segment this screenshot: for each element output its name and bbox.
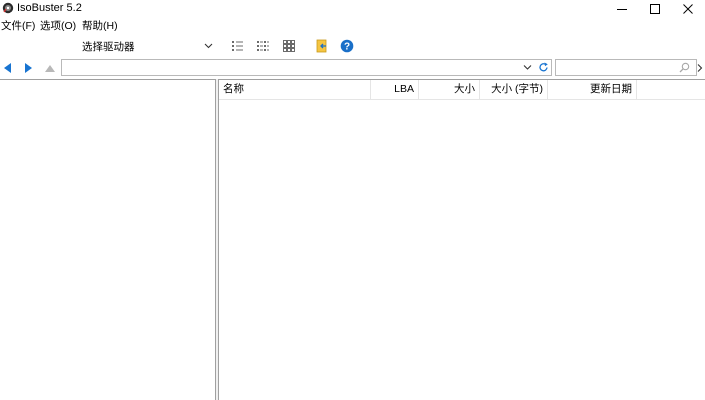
details-view-icon[interactable] (231, 39, 245, 53)
chevron-right-icon[interactable] (697, 64, 703, 72)
up-arrow-icon[interactable] (45, 64, 55, 72)
column-header-lba[interactable]: LBA (371, 80, 419, 99)
back-arrow-icon[interactable] (3, 63, 12, 73)
close-icon (683, 3, 693, 14)
title-bar[interactable]: IsoBuster 5.2 (0, 0, 705, 17)
window-title: IsoBuster 5.2 (17, 2, 82, 14)
column-header-size[interactable]: 大小 (419, 80, 480, 99)
list-view-icon[interactable] (256, 39, 270, 53)
search-icon[interactable] (679, 62, 690, 73)
drive-select[interactable]: 选择驱动器 (78, 36, 216, 55)
menu-options[interactable]: 选项(O) (40, 20, 76, 33)
large-icons-view-icon[interactable] (282, 39, 296, 53)
search-box[interactable] (555, 59, 697, 76)
drive-select-label: 选择驱动器 (82, 41, 135, 53)
chevron-down-icon[interactable] (523, 64, 532, 71)
svg-text:?: ? (344, 41, 350, 52)
menu-help[interactable]: 帮助(H) (82, 20, 118, 33)
minimize-icon (617, 8, 627, 10)
close-button[interactable] (671, 0, 705, 17)
extract-folder-icon[interactable] (315, 39, 329, 53)
maximize-button[interactable] (638, 0, 672, 17)
isobuster-app-icon (2, 2, 14, 14)
tree-pane[interactable] (0, 79, 215, 400)
list-header: 名称 LBA 大小 大小 (字节) 更新日期 (219, 80, 705, 100)
path-combobox[interactable] (61, 59, 552, 76)
refresh-icon[interactable] (538, 62, 549, 73)
minimize-button[interactable] (605, 0, 639, 17)
column-header-name[interactable]: 名称 (219, 80, 371, 99)
search-input[interactable] (558, 61, 673, 74)
file-list-pane[interactable]: 名称 LBA 大小 大小 (字节) 更新日期 (219, 79, 705, 400)
maximize-icon (650, 3, 660, 14)
column-header-modified[interactable]: 更新日期 (548, 80, 637, 99)
forward-arrow-icon[interactable] (24, 63, 33, 73)
menu-file[interactable]: 文件(F) (1, 20, 35, 33)
column-header-size-bytes[interactable]: 大小 (字节) (480, 80, 548, 99)
path-input[interactable] (64, 61, 514, 74)
help-icon[interactable]: ? (340, 39, 354, 53)
chevron-down-icon (204, 43, 213, 49)
